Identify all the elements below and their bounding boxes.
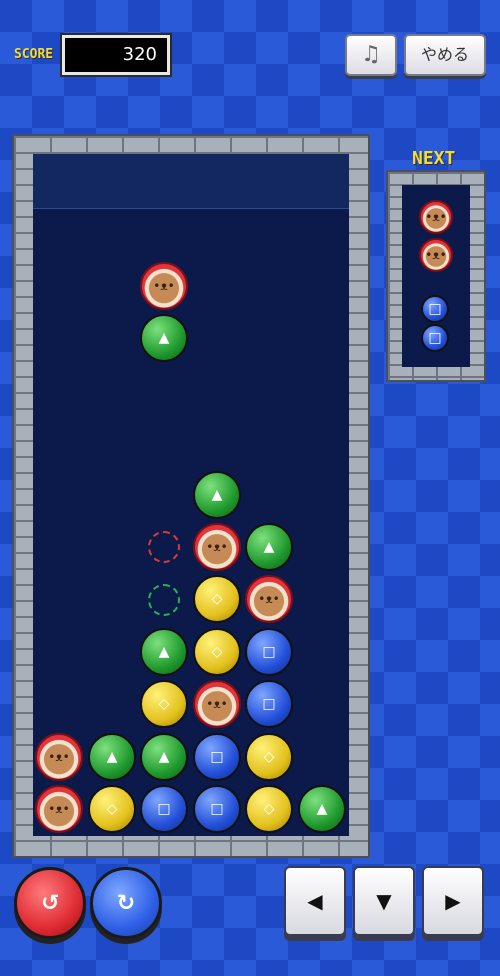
quit-button[interactable]: やめる [404,34,486,76]
rotate-ccw-icon: ↻ [40,890,60,916]
board-bear-piece: •ᴥ• [193,523,241,571]
arrow-right-icon: ▶ [445,889,461,913]
board [33,154,349,836]
next-bear-piece: •ᴥ• [419,200,453,234]
board-yellow-piece: ◇ [245,733,293,781]
falling-green-piece: ▲ [140,314,188,362]
next-blue-piece: □ [421,295,449,323]
board-green-piece: ▲ [140,628,188,676]
board-green-piece: ▲ [245,523,293,571]
rotate-cw-icon: ↻ [116,890,136,916]
board-green-piece: ▲ [88,733,136,781]
board-bear-piece: •ᴥ• [35,785,83,833]
score-label: SCORE [14,47,54,62]
move-left-button[interactable]: ◀ [284,866,346,936]
board-yellow-piece: ◇ [88,785,136,833]
board-yellow-piece: ◇ [140,680,188,728]
board-yellow-piece: ◇ [245,785,293,833]
board-green-piece: ▲ [140,733,188,781]
next-bear-piece: •ᴥ• [419,238,453,272]
ghost-green-marker [148,584,180,616]
board-yellow-piece: ◇ [193,628,241,676]
board-green-piece: ▲ [298,785,346,833]
board-bear-piece: •ᴥ• [35,733,83,781]
ghost-red-marker [148,531,180,563]
arrow-down-icon: ▼ [376,889,392,913]
board-blue-piece: □ [140,785,188,833]
board-bear-piece: •ᴥ• [245,575,293,623]
music-note-icon: ♫ [361,42,381,67]
next-blue-piece: □ [421,324,449,352]
board-yellow-piece: ◇ [193,575,241,623]
board-blue-piece: □ [193,733,241,781]
board-blue-piece: □ [245,628,293,676]
board-green-piece: ▲ [193,471,241,519]
move-right-button[interactable]: ▶ [422,866,484,936]
rotate-left-button[interactable]: ↻ [14,867,86,939]
music-toggle-button[interactable]: ♫ [345,34,397,76]
board-blue-piece: □ [245,680,293,728]
arrow-left-icon: ◀ [307,889,323,913]
board-blue-piece: □ [193,785,241,833]
board-bear-piece: •ᴥ• [193,680,241,728]
board-spawn-area [33,154,349,209]
score-value: 320 [62,35,170,75]
rotate-right-button[interactable]: ↻ [90,867,162,939]
falling-bear-piece: •ᴥ• [140,262,188,310]
move-down-button[interactable]: ▼ [353,866,415,936]
next-label: NEXT [412,148,456,169]
